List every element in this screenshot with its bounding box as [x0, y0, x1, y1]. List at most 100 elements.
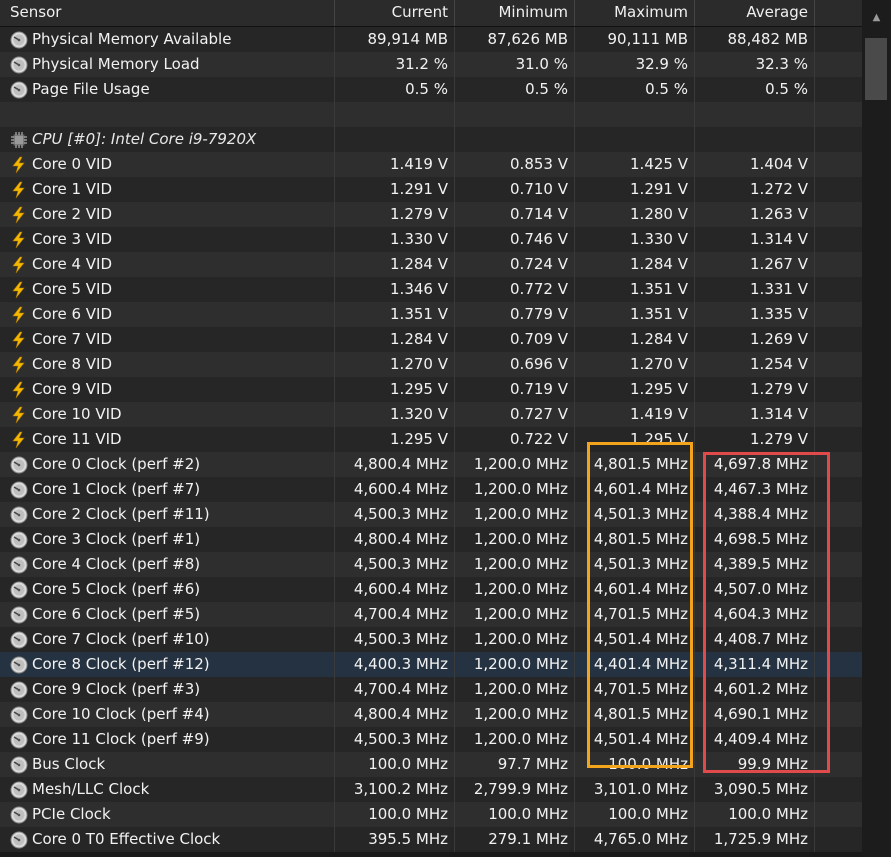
sensor-row[interactable]: Core 10 VID 1.320 V 0.727 V 1.419 V 1.314 V	[0, 402, 862, 427]
average-value: 1.335 V	[695, 302, 815, 327]
sensor-row[interactable]: Core 2 Clock (perf #11) 4,500.3 MHz 1,200.…	[0, 502, 862, 527]
gauge-icon	[10, 456, 28, 474]
row-filler	[815, 27, 862, 52]
current-value: 1.346 V	[335, 277, 455, 302]
gauge-icon	[10, 556, 28, 574]
sensor-name-cell: Core 1 Clock (perf #7)	[0, 477, 335, 502]
minimum-value: 0.696 V	[455, 352, 575, 377]
average-value: 1.314 V	[695, 227, 815, 252]
minimum-value: 0.746 V	[455, 227, 575, 252]
sensor-row[interactable]	[0, 102, 862, 127]
minimum-value: 97.7 MHz	[455, 752, 575, 777]
sensor-row[interactable]: Core 1 VID 1.291 V 0.710 V 1.291 V 1.272 V	[0, 177, 862, 202]
sensor-row[interactable]: Core 5 VID 1.346 V 0.772 V 1.351 V 1.331 V	[0, 277, 862, 302]
sensor-row[interactable]: Physical Memory Available 89,914 MB 87,626…	[0, 27, 862, 52]
average-value	[695, 102, 815, 127]
current-value: 31.2 %	[335, 52, 455, 77]
gauge-icon	[10, 606, 28, 624]
sensor-row[interactable]: Core 4 VID 1.284 V 0.724 V 1.284 V 1.267 V	[0, 252, 862, 277]
maximum-value: 1.425 V	[575, 152, 695, 177]
average-value: 1.279 V	[695, 427, 815, 452]
sensor-row[interactable]: Core 9 Clock (perf #3) 4,700.4 MHz 1,200.0…	[0, 677, 862, 702]
minimum-value: 1,200.0 MHz	[455, 452, 575, 477]
sensor-name-cell: Mesh/LLC Clock	[0, 777, 335, 802]
gauge-icon	[10, 806, 28, 824]
sensor-row[interactable]: Core 11 Clock (perf #9) 4,500.3 MHz 1,200.…	[0, 727, 862, 752]
row-filler	[815, 627, 862, 652]
column-header-minimum[interactable]: Minimum	[455, 0, 575, 26]
scroll-thumb[interactable]	[865, 38, 887, 100]
sensor-row[interactable]: Core 0 T0 Effective Clock 395.5 MHz 279.1 …	[0, 827, 862, 852]
column-header-sensor[interactable]: Sensor	[0, 0, 335, 26]
sensor-row[interactable]: Core 7 Clock (perf #10) 4,500.3 MHz 1,200.…	[0, 627, 862, 652]
average-value: 88,482 MB	[695, 27, 815, 52]
column-header-current[interactable]: Current	[335, 0, 455, 26]
maximum-value: 1.330 V	[575, 227, 695, 252]
maximum-value: 1.419 V	[575, 402, 695, 427]
maximum-value: 1.351 V	[575, 277, 695, 302]
sensor-name-cell: PCIe Clock	[0, 802, 335, 827]
sensor-name-cell: Core 4 Clock (perf #8)	[0, 552, 335, 577]
current-value: 3,100.2 MHz	[335, 777, 455, 802]
sensor-row[interactable]: Core 3 Clock (perf #1) 4,800.4 MHz 1,200.0…	[0, 527, 862, 552]
sensor-label: Core 2 Clock (perf #11)	[32, 505, 210, 523]
sensor-row[interactable]: Core 11 VID 1.295 V 0.722 V 1.295 V 1.279 V	[0, 427, 862, 452]
sensor-row[interactable]: Core 0 Clock (perf #2) 4,800.4 MHz 1,200.0…	[0, 452, 862, 477]
sensor-row[interactable]: Core 9 VID 1.295 V 0.719 V 1.295 V 1.279 V	[0, 377, 862, 402]
sensor-row[interactable]: Core 8 VID 1.270 V 0.696 V 1.270 V 1.254 V	[0, 352, 862, 377]
sensor-label: Core 11 VID	[32, 430, 122, 448]
minimum-value: 2,799.9 MHz	[455, 777, 575, 802]
current-value: 1.295 V	[335, 377, 455, 402]
row-filler	[815, 127, 862, 152]
sensor-row[interactable]: Page File Usage 0.5 % 0.5 % 0.5 % 0.5 %	[0, 77, 862, 102]
gauge-icon	[10, 706, 28, 724]
sensor-row[interactable]: Mesh/LLC Clock 3,100.2 MHz 2,799.9 MHz 3,10…	[0, 777, 862, 802]
bolt-icon	[10, 381, 28, 399]
minimum-value: 0.724 V	[455, 252, 575, 277]
maximum-value: 90,111 MB	[575, 27, 695, 52]
sensor-name-cell: Bus Clock	[0, 752, 335, 777]
sensor-row[interactable]: Core 3 VID 1.330 V 0.746 V 1.330 V 1.314 V	[0, 227, 862, 252]
current-value: 4,400.3 MHz	[335, 652, 455, 677]
sensor-name-cell: Core 2 Clock (perf #11)	[0, 502, 335, 527]
sensor-row[interactable]: Core 7 VID 1.284 V 0.709 V 1.284 V 1.269 V	[0, 327, 862, 352]
sensor-row[interactable]: Core 4 Clock (perf #8) 4,500.3 MHz 1,200.0…	[0, 552, 862, 577]
sensor-label: Core 7 Clock (perf #10)	[32, 630, 210, 648]
row-filler	[815, 727, 862, 752]
column-header-maximum[interactable]: Maximum	[575, 0, 695, 26]
maximum-value: 4,801.5 MHz	[575, 452, 695, 477]
average-value: 4,467.3 MHz	[695, 477, 815, 502]
sensor-row[interactable]: Core 6 Clock (perf #5) 4,700.4 MHz 1,200.0…	[0, 602, 862, 627]
minimum-value: 1,200.0 MHz	[455, 502, 575, 527]
sensor-row[interactable]: Physical Memory Load 31.2 % 31.0 % 32.9 % 32…	[0, 52, 862, 77]
maximum-value: 4,765.0 MHz	[575, 827, 695, 852]
sensor-row[interactable]: Core 1 Clock (perf #7) 4,600.4 MHz 1,200.0…	[0, 477, 862, 502]
sensor-row[interactable]: PCIe Clock 100.0 MHz 100.0 MHz 100.0 MHz 100…	[0, 802, 862, 827]
scroll-up-arrow-icon[interactable]: ▲	[862, 8, 891, 28]
sensor-row[interactable]: Core 8 Clock (perf #12) 4,400.3 MHz 1,200.…	[0, 652, 862, 677]
sensor-row[interactable]: Core 2 VID 1.279 V 0.714 V 1.280 V 1.263 V	[0, 202, 862, 227]
sensor-name-cell: Core 0 Clock (perf #2)	[0, 452, 335, 477]
average-value: 1.269 V	[695, 327, 815, 352]
column-header-average[interactable]: Average	[695, 0, 815, 26]
group-row[interactable]: CPU [#0]: Intel Core i9-7920X	[0, 127, 862, 152]
sensor-name-cell: Core 5 VID	[0, 277, 335, 302]
maximum-value	[575, 127, 695, 152]
sensor-row[interactable]: Core 5 Clock (perf #6) 4,600.4 MHz 1,200.0…	[0, 577, 862, 602]
sensor-row[interactable]: Core 10 Clock (perf #4) 4,800.4 MHz 1,200.…	[0, 702, 862, 727]
maximum-value: 100.0 MHz	[575, 802, 695, 827]
gauge-icon	[10, 656, 28, 674]
vertical-scrollbar[interactable]: ▲	[862, 0, 891, 857]
sensor-row[interactable]: Core 0 VID 1.419 V 0.853 V 1.425 V 1.404 V	[0, 152, 862, 177]
sensor-row[interactable]: Core 6 VID 1.351 V 0.779 V 1.351 V 1.335 V	[0, 302, 862, 327]
minimum-value	[455, 127, 575, 152]
sensor-label: Core 3 Clock (perf #1)	[32, 530, 201, 548]
average-value: 4,604.3 MHz	[695, 602, 815, 627]
gauge-icon	[10, 581, 28, 599]
sensor-name-cell: Core 7 Clock (perf #10)	[0, 627, 335, 652]
minimum-value: 1,200.0 MHz	[455, 727, 575, 752]
sensor-name-cell: Core 3 Clock (perf #1)	[0, 527, 335, 552]
sensor-name-cell: Core 11 VID	[0, 427, 335, 452]
row-filler	[815, 602, 862, 627]
sensor-row[interactable]: Bus Clock 100.0 MHz 97.7 MHz 100.0 MHz 99.9 …	[0, 752, 862, 777]
